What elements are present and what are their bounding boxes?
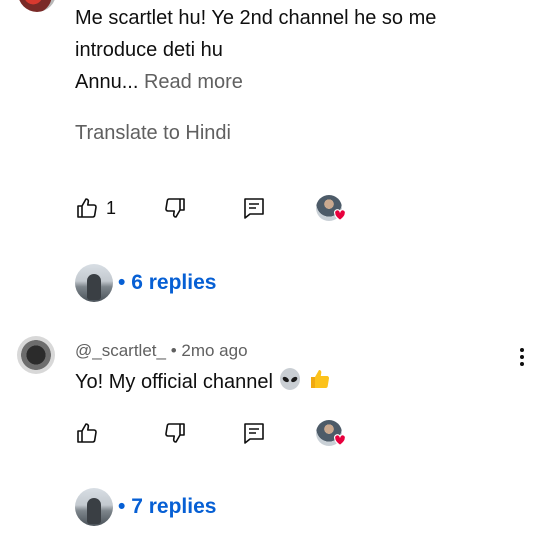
comment-meta: @_scartlet_ • 2mo ago	[75, 341, 248, 361]
thumbs-down-icon[interactable]	[163, 421, 187, 445]
truncated-text: Annu...	[75, 71, 139, 93]
comment-text-line: Me scartlet hu! Ye 2nd channel he so me	[75, 7, 437, 29]
alien-emoji-icon	[280, 368, 301, 390]
creator-heart-icon	[333, 434, 347, 446]
like-count: 1	[106, 198, 117, 218]
comment-text-line: Yo! My official channel	[75, 371, 273, 393]
comment-text-truncated: Annu... Read more	[75, 66, 535, 98]
translate-button[interactable]: Translate to Hindi	[75, 122, 231, 145]
thumbs-up-icon[interactable]	[75, 421, 99, 445]
comment-text: Yo! My official channel	[75, 366, 332, 398]
replies-button[interactable]: • 7 replies	[118, 495, 216, 519]
comment-icon[interactable]	[242, 421, 266, 445]
replies-button[interactable]: • 6 replies	[118, 271, 216, 295]
thumbs-down-icon[interactable]	[163, 196, 187, 220]
meta-separator: •	[170, 341, 177, 360]
reply-avatar	[75, 264, 113, 302]
comment-text-line: introduce deti hu	[75, 39, 223, 61]
commenter-avatar[interactable]	[17, 336, 55, 374]
comment-age: 2mo ago	[181, 341, 248, 360]
replies-label: 6 replies	[131, 271, 217, 294]
comment-icon[interactable]	[242, 196, 266, 220]
creator-heart-icon	[333, 209, 347, 221]
replies-bullet: •	[118, 271, 126, 294]
read-more-button[interactable]: Read more	[144, 71, 243, 93]
reply-avatar	[75, 488, 113, 526]
thumbs-up-icon[interactable]	[75, 196, 99, 220]
more-vertical-icon[interactable]	[520, 345, 524, 369]
author-name[interactable]: @_scartlet_	[75, 341, 166, 360]
replies-bullet: •	[118, 495, 126, 518]
commenter-avatar[interactable]	[18, 0, 56, 12]
comment-text: Me scartlet hu! Ye 2nd channel he so me …	[75, 2, 535, 98]
thumbs-up-emoji-icon	[311, 370, 330, 389]
replies-label: 7 replies	[131, 495, 217, 518]
